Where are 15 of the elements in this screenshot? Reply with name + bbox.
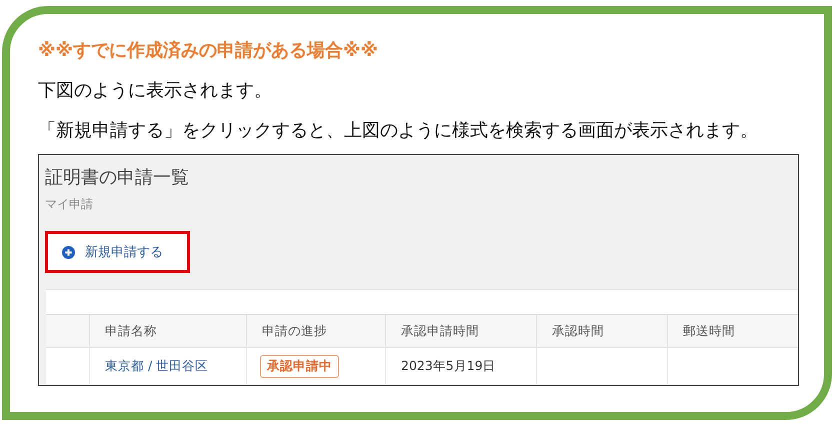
column-header: 承認申請時間 (386, 315, 537, 348)
column-header: 申請の進捗 (247, 315, 386, 348)
plus-circle-icon (62, 246, 75, 258)
breadcrumb: マイ申請 (45, 196, 94, 213)
heading: ※※すでに作成済みの申請がある場合※※ (38, 39, 379, 63)
column-header: 承認時間 (537, 315, 668, 348)
new-application-button[interactable]: 新規申請する (45, 231, 190, 273)
column-header: 郵送時間 (668, 315, 798, 348)
table-cell: 2023年5月19日 (386, 348, 537, 384)
application-link[interactable]: 東京都 / 世田谷区 (105, 358, 208, 374)
paragraph: 下図のように表示されます。 (38, 79, 273, 103)
status-badge: 承認申請中 (260, 354, 339, 378)
paragraph: 「新規申請する」をクリックすると、上図のように様式を検索する画面が表示されます。 (38, 119, 759, 143)
page-title: 証明書の申請一覧 (45, 166, 190, 190)
column-header: 申請名称 (90, 315, 247, 348)
